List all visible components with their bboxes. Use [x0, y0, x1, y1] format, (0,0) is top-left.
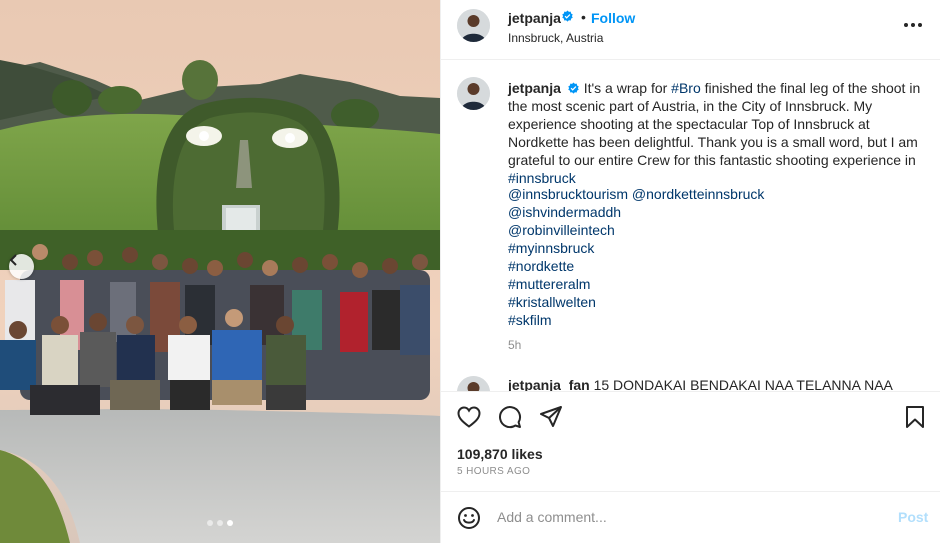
follow-button[interactable]: Follow [591, 10, 635, 26]
chevron-left-icon [9, 254, 17, 266]
comment-text: 15 DONDAKAI BENDAKAI NAA TELANNA NAA [593, 377, 893, 391]
heart-icon[interactable] [457, 406, 481, 428]
avatar-image [457, 376, 490, 391]
add-comment-bar: Post [441, 491, 940, 543]
caption-avatar[interactable] [457, 77, 490, 110]
more-options-icon[interactable] [903, 22, 923, 28]
verified-badge-icon [562, 10, 573, 22]
avatar[interactable] [457, 9, 490, 42]
likes-count[interactable]: 109,870 likes [457, 446, 543, 462]
comment-item: jetpanja_fan 15 DONDAKAI BENDAKAI NAA TE… [508, 377, 893, 391]
avatar-image [457, 77, 490, 110]
hashtag-link[interactable]: #innsbruck [508, 170, 576, 186]
comment-avatar[interactable] [457, 376, 490, 391]
mention-link[interactable]: @innsbrucktourism @nordketteinnsbruck [508, 185, 764, 203]
emoji-icon[interactable] [457, 506, 481, 530]
verified-badge-icon [568, 82, 579, 94]
caption-username[interactable]: jetpanja [508, 80, 561, 96]
post-photo[interactable] [0, 0, 440, 543]
comment-input[interactable] [497, 506, 877, 528]
hashtag-link[interactable]: #myinnsbruck [508, 239, 764, 257]
bookmark-icon[interactable] [905, 405, 925, 429]
carousel-indicator [0, 520, 440, 526]
mention-link[interactable]: @ishvindermaddh [508, 203, 764, 221]
send-icon[interactable] [539, 405, 563, 429]
post-caption: jetpanja It's a wrap for #Bro finished t… [508, 79, 928, 187]
caption-text: It's a wrap for [583, 80, 672, 96]
post-location[interactable]: Innsbruck, Austria [508, 31, 603, 45]
comments-section[interactable]: jetpanja It's a wrap for #Bro finished t… [441, 61, 940, 391]
hashtag-link[interactable]: #skfilm [508, 311, 764, 329]
group-photo-illustration [0, 0, 440, 543]
carousel-dot [207, 520, 213, 526]
carousel-previous-button[interactable] [9, 254, 34, 279]
header-username[interactable]: jetpanja [508, 10, 561, 26]
carousel-dot-active [227, 520, 233, 526]
caption-timestamp[interactable]: 5h [508, 338, 521, 352]
hashtag-link[interactable]: #muttereralm [508, 275, 764, 293]
post-comment-button[interactable]: Post [898, 509, 928, 525]
hashtag-link[interactable]: #nordkette [508, 257, 764, 275]
post-header: jetpanja • Follow Innsbruck, Austria [441, 0, 940, 60]
post-timestamp[interactable]: 5 HOURS AGO [457, 466, 530, 477]
comment-username[interactable]: jetpanja_fan [508, 377, 590, 391]
action-bar: 109,870 likes 5 HOURS AGO [441, 391, 940, 491]
hashtag-link[interactable]: #kristallwelten [508, 293, 764, 311]
hashtag-link[interactable]: #Bro [671, 80, 701, 96]
caption-tags: @innsbrucktourism @nordketteinnsbruck @i… [508, 185, 764, 329]
header-separator: • [581, 9, 586, 25]
avatar-image [457, 9, 490, 42]
mention-link[interactable]: @robinvilleintech [508, 221, 764, 239]
post-details-panel: jetpanja • Follow Innsbruck, Austria jet… [440, 0, 940, 543]
carousel-dot [217, 520, 223, 526]
comment-icon[interactable] [498, 405, 522, 429]
